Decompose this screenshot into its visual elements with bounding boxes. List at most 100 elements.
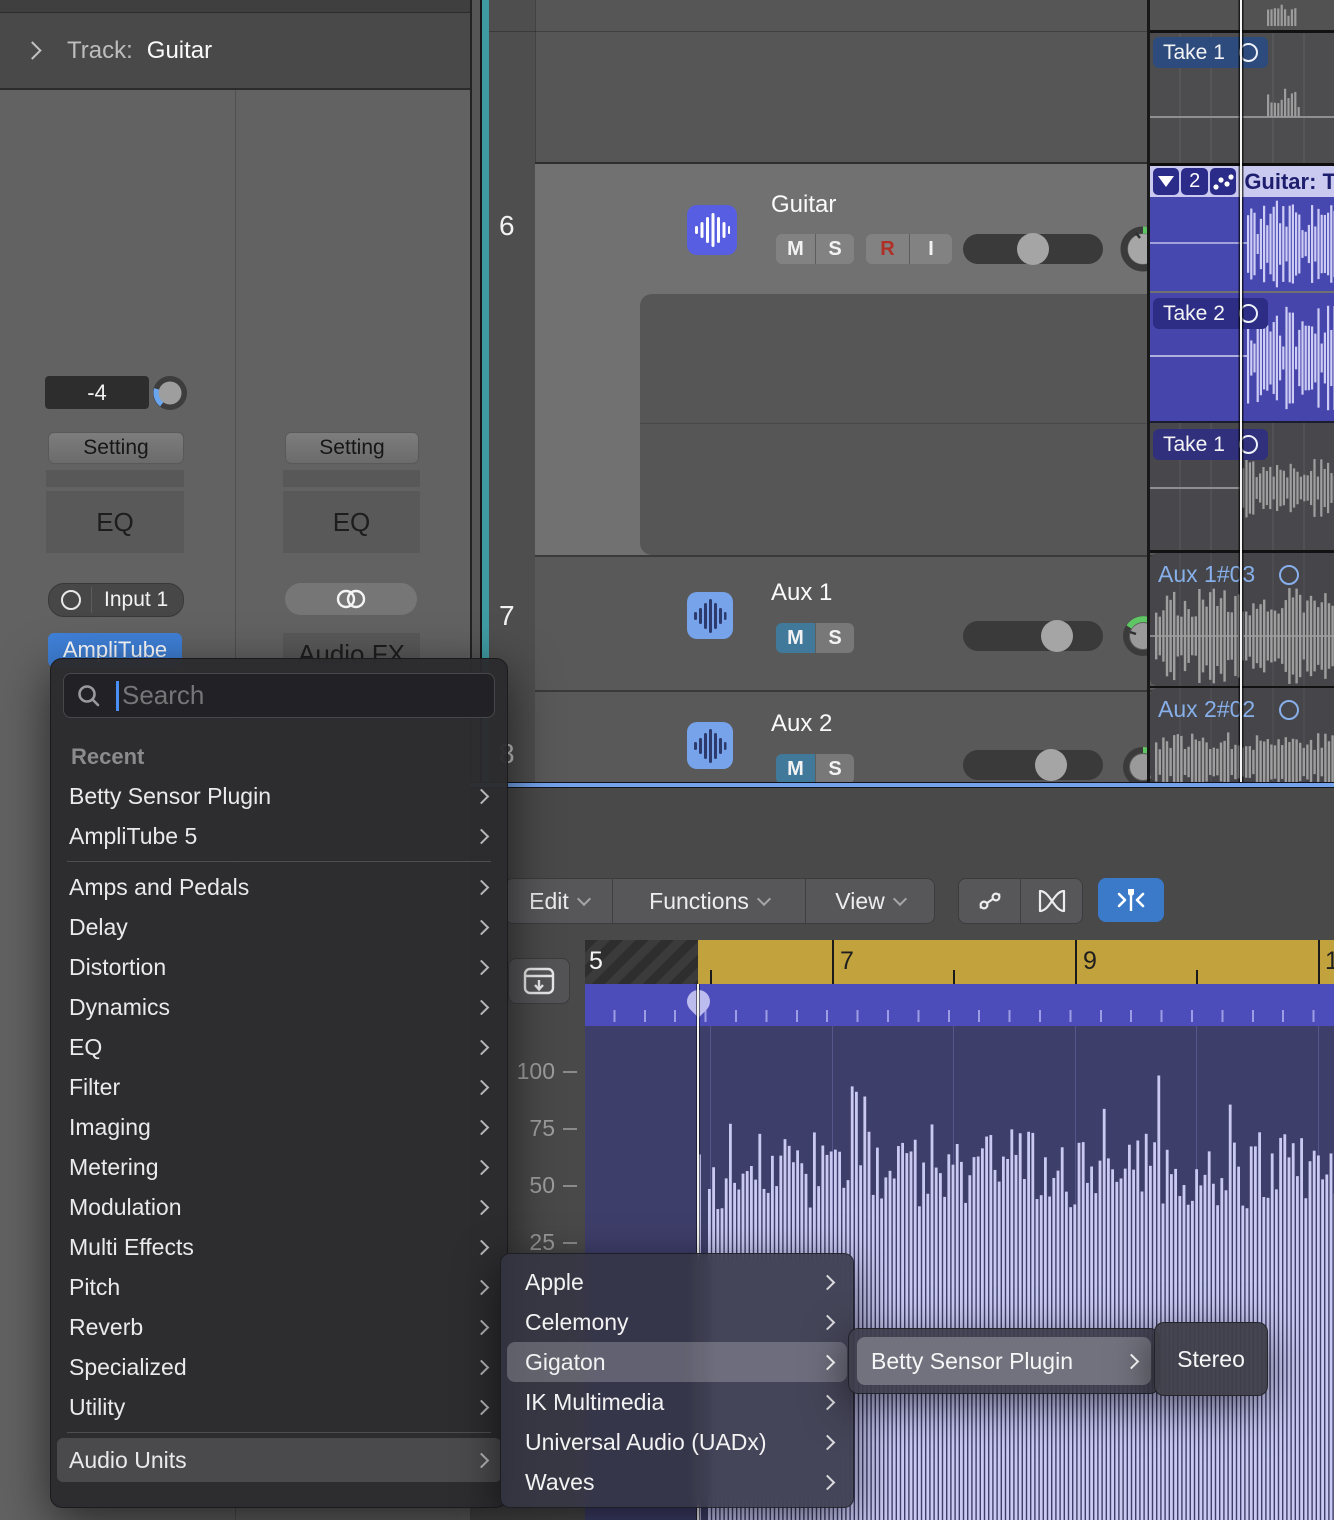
take-lane-take1[interactable]: Take 1 [1150, 423, 1334, 550]
track-name[interactable]: Guitar [771, 191, 836, 219]
vendor-item[interactable]: Waves [501, 1462, 853, 1502]
menu-item-category[interactable]: Distortion [57, 947, 501, 987]
take-lane-take2[interactable]: Take 2 [1150, 293, 1334, 421]
plugin-item-selected[interactable]: Betty Sensor Plugin [857, 1337, 1151, 1385]
chevron-right-icon [474, 1399, 490, 1415]
region-guitar[interactable]: 2 Guitar: T [1150, 166, 1334, 291]
take-lane-take1-top[interactable]: Take 1 [1150, 33, 1334, 163]
take-badge[interactable]: Take 2 [1153, 298, 1268, 329]
volume-slider[interactable] [963, 234, 1103, 264]
stereo-circles-icon [334, 589, 368, 609]
menu-item-category[interactable]: Metering [57, 1147, 501, 1187]
vendor-item[interactable]: IK Multimedia [501, 1382, 853, 1422]
vendor-item-selected[interactable]: Gigaton [507, 1342, 847, 1382]
mute-button[interactable]: M [776, 754, 816, 782]
volume-slider[interactable] [963, 750, 1103, 780]
take-count-badge[interactable]: 2 [1181, 168, 1207, 195]
plugin-picker-menu: Search Recent Betty Sensor Plugin AmpliT… [50, 658, 508, 1508]
mute-solo-group: M S [776, 623, 854, 653]
track-name[interactable]: Aux 1 [771, 579, 832, 607]
take-lanes-divider [640, 423, 1203, 424]
vendor-item[interactable]: Apple [501, 1262, 853, 1302]
menu-divider [67, 1432, 491, 1433]
region-collapse-badge[interactable] [1153, 168, 1179, 195]
import-icon [522, 966, 556, 996]
disclosure-chevron-icon[interactable] [23, 41, 41, 59]
menu-item-audio-units[interactable]: Audio Units [57, 1438, 501, 1482]
menu-item-category[interactable]: Amps and Pedals [57, 867, 501, 907]
playhead-tracks[interactable] [1240, 0, 1242, 782]
edit-menu-button[interactable]: Edit [506, 879, 613, 923]
take-badge[interactable]: Take 1 [1153, 37, 1268, 68]
vendor-item[interactable]: Universal Audio (UADx) [501, 1422, 853, 1462]
mute-button[interactable]: M [776, 234, 816, 264]
view-menu-button[interactable]: View [806, 879, 934, 923]
eq-thumbnail-left[interactable]: EQ [46, 491, 184, 553]
setting-button-left[interactable]: Setting [48, 432, 184, 464]
eq-thumbnail-right[interactable]: EQ [283, 491, 420, 553]
volume-slider-thumb[interactable] [1035, 749, 1067, 781]
solo-button[interactable]: S [816, 623, 854, 653]
region-aux1[interactable]: Aux 1#03 [1150, 553, 1334, 686]
volume-slider[interactable] [963, 621, 1103, 651]
plugin-search-field[interactable]: Search [63, 673, 495, 718]
menu-item-recent[interactable]: AmpliTube 5 [57, 816, 501, 856]
triangle-down-icon [1158, 176, 1174, 187]
search-placeholder: Search [122, 680, 204, 711]
take-badge[interactable]: Take 1 [1153, 429, 1268, 460]
input-monitor-button[interactable]: I [910, 234, 952, 264]
import-region-button[interactable] [508, 958, 570, 1004]
input-button[interactable]: Input 1 [48, 583, 184, 617]
menu-item-category[interactable]: Specialized [57, 1347, 501, 1387]
setting-button-right[interactable]: Setting [285, 432, 419, 464]
track-number[interactable]: 7 [499, 600, 515, 632]
menu-item-category[interactable]: Multi Effects [57, 1227, 501, 1267]
mute-solo-group: M S [776, 754, 854, 782]
chevron-right-icon [474, 1319, 490, 1335]
menu-divider [67, 861, 491, 862]
aux2-track-icon[interactable] [687, 722, 733, 769]
menu-item-category[interactable]: Filter [57, 1067, 501, 1107]
menu-item-category[interactable]: Imaging [57, 1107, 501, 1147]
gain-value-box[interactable]: -4 [45, 376, 149, 409]
menu-item-category[interactable]: Reverb [57, 1307, 501, 1347]
functions-menu-button[interactable]: Functions [613, 879, 806, 923]
catch-playhead-button[interactable] [1098, 878, 1164, 922]
format-item[interactable]: Stereo [1177, 1346, 1245, 1373]
insert-slot-right[interactable] [283, 470, 420, 487]
menu-item-category[interactable]: Utility [57, 1387, 501, 1427]
region-header[interactable]: 2 Guitar: T [1150, 166, 1334, 197]
inspector-header[interactable]: Track: Guitar [0, 13, 470, 90]
flex-tool-button[interactable] [1021, 879, 1082, 923]
inspector-topstrip [0, 0, 470, 13]
take-lane-partial[interactable] [1150, 0, 1334, 30]
vendor-item[interactable]: Celemony [501, 1302, 853, 1342]
solo-button[interactable]: S [816, 754, 854, 782]
menu-item-category[interactable]: Modulation [57, 1187, 501, 1227]
menu-item-category[interactable]: Dynamics [57, 987, 501, 1027]
volume-slider-thumb[interactable] [1041, 620, 1073, 652]
insert-slot-left[interactable] [46, 470, 184, 487]
region-aux2[interactable]: Aux 2#02 [1150, 688, 1334, 782]
menu-item-category[interactable]: EQ [57, 1027, 501, 1067]
automation-tool-button[interactable] [959, 879, 1021, 923]
menu-item-recent[interactable]: Betty Sensor Plugin [57, 776, 501, 816]
chevron-right-icon [474, 1199, 490, 1215]
record-enable-button[interactable]: R [866, 234, 910, 264]
editor-ruler[interactable]: 5 7 9 11 [585, 940, 1334, 986]
track-number[interactable]: 6 [499, 210, 515, 242]
solo-button[interactable]: S [816, 234, 854, 264]
automation-icon [975, 888, 1005, 914]
pan-knob[interactable] [151, 374, 189, 412]
input-monitor-icon[interactable] [61, 590, 81, 610]
aux1-track-icon[interactable] [687, 592, 733, 639]
volume-slider-thumb[interactable] [1017, 233, 1049, 265]
comp-dots-badge[interactable] [1210, 168, 1236, 195]
mute-button[interactable]: M [776, 623, 816, 653]
menu-item-category[interactable]: Pitch [57, 1267, 501, 1307]
flex-icon [1036, 888, 1068, 914]
menu-item-category[interactable]: Delay [57, 907, 501, 947]
guitar-track-icon[interactable] [687, 205, 737, 255]
stereo-format-button[interactable] [285, 583, 417, 615]
track-name[interactable]: Aux 2 [771, 710, 832, 738]
